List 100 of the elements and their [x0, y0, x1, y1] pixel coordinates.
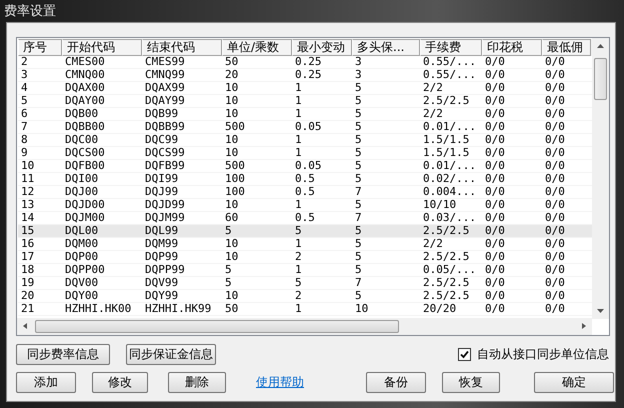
table-cell-text: DQI00 — [64, 173, 100, 185]
table-cell-text: 50 — [224, 303, 240, 315]
scroll-thumb[interactable] — [594, 58, 607, 100]
table-cell-text: 1.5/1.5 — [422, 134, 470, 146]
table-row[interactable]: 18 DQPP00 DQPP99 5 1 5 0.05/... 0/0 0/0 — [18, 264, 592, 277]
action-button[interactable]: 添加 — [16, 372, 76, 393]
column-header[interactable]: 最低佣 — [542, 39, 591, 56]
action-button[interactable]: 修改 — [92, 372, 148, 393]
table-cell-text: 3 — [20, 69, 29, 81]
sync-button[interactable]: 同步费率信息 — [16, 344, 110, 365]
checkbox[interactable] — [458, 348, 471, 361]
table-cell-text: 0.55/... — [422, 56, 477, 68]
table-cell-text: 2.5/2.5 — [422, 95, 470, 107]
table-cell-text: 0/0 — [544, 95, 566, 107]
table-cell-text: 5 — [294, 277, 303, 289]
table-cell-text: 5 — [224, 225, 233, 237]
table-row[interactable]: 20 DQY00 DQY99 10 2 5 2.5/2.5 0/0 0/0 — [18, 290, 592, 303]
table-cell-text: DQC00 — [64, 134, 100, 146]
action-button[interactable]: 备份 — [366, 372, 426, 393]
table-row[interactable]: 21 HZHHI.HK00 HZHHI.HK99 50 1 10 20/20 0/0 0/0 — [18, 303, 592, 316]
column-header[interactable]: 结束代码 — [142, 39, 222, 56]
table-row[interactable]: 15 DQL00 DQL99 5 5 5 2.5/2.5 0/0 0/0 — [18, 225, 592, 238]
table-cell-text: 0.05 — [294, 121, 322, 133]
table-cell-text: 0/0 — [544, 303, 566, 315]
table-row[interactable]: 5 DQAY00 DQAY99 10 1 5 2.5/2.5 0/0 0/0 — [18, 95, 592, 108]
table-cell-text: 10 — [224, 134, 240, 146]
table-cell-text: DQJM00 — [64, 212, 106, 224]
action-button[interactable]: 确定 — [534, 372, 614, 393]
table-cell-text: 4 — [20, 82, 29, 94]
checkbox-label[interactable]: 自动从接口同步单位信息 — [477, 346, 609, 363]
action-button[interactable]: 删除 — [168, 372, 226, 393]
table-cell-text: 5 — [294, 225, 303, 237]
table-cell-text: 1.5/1.5 — [422, 147, 470, 159]
table-row[interactable]: 11 DQI00 DQI99 100 0.5 5 0.02/... 0/0 0/0 — [18, 173, 592, 186]
table-cell-text: DQY00 — [64, 290, 100, 302]
scroll-thumb[interactable] — [35, 320, 399, 333]
table-cell-text: 7 — [20, 121, 29, 133]
table-row[interactable]: 17 DQP00 DQP99 10 2 5 2.5/2.5 0/0 0/0 — [18, 251, 592, 264]
table-cell-text: 2 — [294, 251, 303, 263]
table-cell-text: DQAY99 — [144, 95, 186, 107]
table-cell-text: DQC99 — [144, 134, 180, 146]
table-cell-text: 500 — [224, 121, 246, 133]
vertical-scrollbar[interactable] — [592, 38, 609, 319]
table-cell-text: 5 — [224, 264, 233, 276]
table-cell-text: 0/0 — [544, 238, 566, 250]
table-cell-text: DQM00 — [64, 238, 100, 250]
column-header[interactable]: 序号 — [18, 39, 62, 56]
sync-button[interactable]: 同步保证金信息 — [126, 344, 216, 365]
table-cell-text: 2.5/2.5 — [422, 251, 470, 263]
table-cell-text: 0/0 — [484, 199, 506, 211]
table-cell-text: 11 — [20, 173, 36, 185]
table-cell-text: 12 — [20, 186, 36, 198]
table-cell-text: 0.55/... — [422, 69, 477, 81]
table-row[interactable]: 6 DQB00 DQB99 10 1 5 2/2 0/0 0/0 — [18, 108, 592, 121]
table-cell-text: 0/0 — [544, 225, 566, 237]
table-cell-text: 0/0 — [544, 264, 566, 276]
table-cell-text: CMES99 — [144, 56, 186, 68]
table-cell-text: 0/0 — [484, 82, 506, 94]
table-cell-text: 7 — [354, 277, 363, 289]
table-row[interactable]: 8 DQC00 DQC99 10 1 5 1.5/1.5 0/0 0/0 — [18, 134, 592, 147]
table-row[interactable]: 13 DQJD00 DQJD99 10 1 5 10/10 0/0 0/0 — [18, 199, 592, 212]
table-cell-text: 20 — [224, 69, 240, 81]
table-row[interactable]: 4 DQAX00 DQAX99 10 1 5 2/2 0/0 0/0 — [18, 82, 592, 95]
table-cell-text: 10 — [224, 199, 240, 211]
column-header[interactable]: 开始代码 — [62, 39, 142, 56]
table-row[interactable]: 7 DQBB00 DQBB99 500 0.05 5 0.01/... 0/0 0/0 — [18, 121, 592, 134]
action-button[interactable]: 恢复 — [442, 372, 500, 393]
column-header[interactable]: 多头保... — [352, 39, 420, 56]
window-title: 费率设置 — [4, 3, 56, 20]
table-row[interactable]: 2 CMES00 CMES99 50 0.25 3 0.55/... 0/0 0/0 — [18, 56, 592, 69]
table-cell-text: 1 — [294, 95, 303, 107]
column-header[interactable]: 最小变动 — [292, 39, 352, 56]
table-row[interactable]: 16 DQM00 DQM99 10 1 5 2/2 0/0 0/0 — [18, 238, 592, 251]
column-header[interactable]: 手续费 — [420, 39, 482, 56]
table-row[interactable]: 3 CMNQ00 CMNQ99 20 0.25 3 0.55/... 0/0 0/0 — [18, 69, 592, 82]
table-cell-text: 0/0 — [544, 212, 566, 224]
table-row[interactable]: 9 DQCS00 DQCS99 10 1 5 1.5/1.5 0/0 0/0 — [18, 147, 592, 160]
table-cell-text: 0.05/... — [422, 264, 477, 276]
table-cell-text: 3 — [354, 69, 363, 81]
table-cell-text: 5 — [354, 95, 363, 107]
column-header[interactable]: 印花税 — [482, 39, 542, 56]
table-cell-text: 2.5/2.5 — [422, 277, 470, 289]
table-cell-text: 0.25 — [294, 56, 322, 68]
table-row[interactable]: 10 DQFB00 DQFB99 500 0.05 5 0.01/... 0/0 0/0 — [18, 160, 592, 173]
table-cell-text: 9 — [20, 147, 29, 159]
table-row[interactable]: 12 DQJ00 DQJ99 100 0.5 7 0.004... 0/0 0/0 — [18, 186, 592, 199]
table-cell-text: DQCS00 — [64, 147, 106, 159]
horizontal-scrollbar[interactable] — [17, 318, 592, 335]
column-header[interactable]: 单位/乘数 — [222, 39, 292, 56]
table-cell-text: DQAX99 — [144, 82, 186, 94]
table-cell-text: 0/0 — [544, 251, 566, 263]
table-cell-text: 2 — [294, 290, 303, 302]
table-cell-text: 15 — [20, 225, 36, 237]
table-cell-text: DQJ00 — [64, 186, 100, 198]
table-cell-text: CMNQ99 — [144, 69, 186, 81]
table-row[interactable]: 19 DQV00 DQV99 5 5 7 2.5/2.5 0/0 0/0 — [18, 277, 592, 290]
table-cell-text: 2 — [20, 56, 29, 68]
table-cell-text: 0/0 — [484, 69, 506, 81]
help-link[interactable]: 使用帮助 — [256, 374, 304, 391]
table-cell-text: 0/0 — [484, 238, 506, 250]
